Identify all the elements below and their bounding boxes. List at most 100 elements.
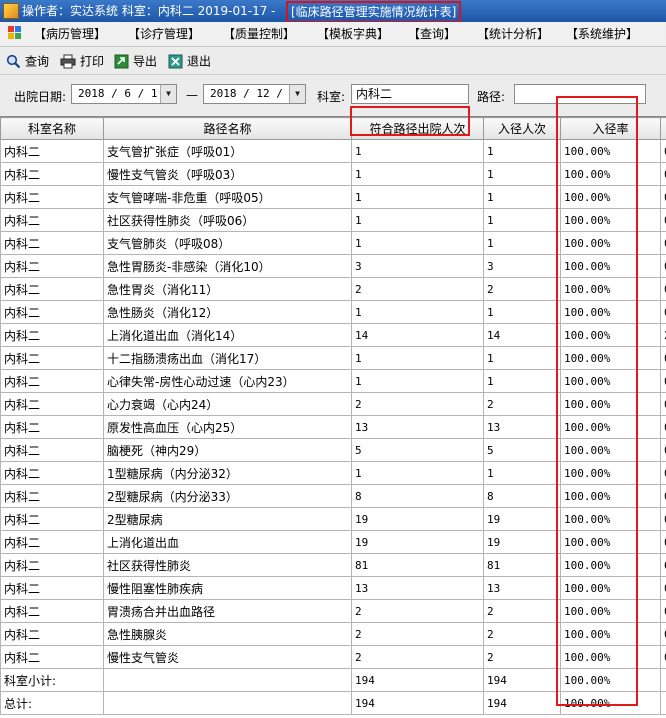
table-row[interactable]: 内科二心力衰竭（心内24）22100.00%0 bbox=[1, 393, 666, 416]
table-row[interactable]: 内科二十二指肠溃疡出血（消化17）11100.00%0 bbox=[1, 347, 666, 370]
filter-bar: 出院日期: 2018 / 6 / 1 ▼ — 2018 / 12 / 31 ▼ … bbox=[0, 78, 666, 114]
cell-department: 内科二 bbox=[1, 439, 104, 462]
table-row[interactable]: 内科二社区获得性肺炎（呼吸06）11100.00%0 bbox=[1, 209, 666, 232]
cell-extra: 0 bbox=[661, 646, 666, 669]
cell-discharge-count: 14 bbox=[352, 324, 484, 347]
table-row[interactable]: 内科二上消化道出血（消化14）1414100.00%2 bbox=[1, 324, 666, 347]
col-header-pathway-name[interactable]: 路径名称 bbox=[104, 118, 352, 140]
menu-grid-icon[interactable] bbox=[8, 26, 22, 40]
toolbar: 查询 打印 导出 退出 bbox=[0, 48, 666, 75]
cell-enrollment-rate: 100.00% bbox=[561, 577, 661, 600]
cell-enrollment-rate: 100.00% bbox=[561, 462, 661, 485]
table-row[interactable]: 内科二胃溃疡合并出血路径22100.00%0 bbox=[1, 600, 666, 623]
exit-button[interactable]: 退出 bbox=[168, 52, 211, 70]
table-row[interactable]: 内科二急性胃肠炎-非感染（消化10）33100.00%0 bbox=[1, 255, 666, 278]
cell-discharge-count: 2 bbox=[352, 600, 484, 623]
cell-enrolled-count: 2 bbox=[484, 646, 561, 669]
pathway-input[interactable] bbox=[514, 84, 646, 104]
menu-quality-control[interactable]: 【质量控制】 bbox=[223, 26, 295, 42]
date-to-picker[interactable]: 2018 / 12 / 31 ▼ bbox=[203, 84, 306, 104]
export-button[interactable]: 导出 bbox=[114, 52, 157, 70]
table-row[interactable]: 内科二慢性阻塞性肺疾病1313100.00%0 bbox=[1, 577, 666, 600]
table-row[interactable]: 内科二脑梗死（神内29）55100.00%0 bbox=[1, 439, 666, 462]
table-row[interactable]: 内科二2型糖尿病（内分泌33）88100.00%0 bbox=[1, 485, 666, 508]
col-header-department[interactable]: 科室名称 bbox=[1, 118, 104, 140]
cell-extra: 0 bbox=[661, 301, 666, 324]
print-button[interactable]: 打印 bbox=[60, 52, 104, 70]
cell-pathway-name bbox=[104, 669, 352, 692]
menu-template-dictionary[interactable]: 【模板字典】 bbox=[317, 26, 389, 42]
menu-query[interactable]: 【查询】 bbox=[408, 26, 456, 42]
menu-statistics[interactable]: 【统计分析】 bbox=[477, 26, 549, 42]
date-from-dropdown-icon[interactable]: ▼ bbox=[160, 85, 176, 103]
cell-extra: 0 bbox=[661, 232, 666, 255]
department-input[interactable]: 内科二 bbox=[351, 84, 469, 104]
table-row[interactable]: 内科二心律失常-房性心动过速（心内23）11100.00%0 bbox=[1, 370, 666, 393]
cell-department: 内科二 bbox=[1, 462, 104, 485]
table-row[interactable]: 内科二支气管扩张症（呼吸01）11100.00%0 bbox=[1, 140, 666, 163]
cell-extra: 0 bbox=[661, 278, 666, 301]
date-from-picker[interactable]: 2018 / 6 / 1 ▼ bbox=[71, 84, 177, 104]
date-to-dropdown-icon[interactable]: ▼ bbox=[289, 85, 305, 103]
table-row[interactable]: 内科二急性肠炎（消化12）11100.00%0 bbox=[1, 301, 666, 324]
cell-department: 内科二 bbox=[1, 301, 104, 324]
table-row[interactable]: 内科二支气管肺炎（呼吸08）11100.00%0 bbox=[1, 232, 666, 255]
table-row[interactable]: 内科二1型糖尿病（内分泌32）11100.00%0 bbox=[1, 462, 666, 485]
printer-icon bbox=[60, 54, 76, 69]
cell-extra: 0 bbox=[661, 508, 666, 531]
menu-more[interactable]: 【 bbox=[658, 26, 666, 42]
query-button[interactable]: 查询 bbox=[6, 52, 49, 70]
cell-enrollment-rate: 100.00% bbox=[561, 186, 661, 209]
table-row[interactable]: 内科二急性胰腺炎22100.00%0 bbox=[1, 623, 666, 646]
cell-department: 内科二 bbox=[1, 347, 104, 370]
cell-enrolled-count: 3 bbox=[484, 255, 561, 278]
col-header-enrollment-rate[interactable]: 入径率 bbox=[561, 118, 661, 140]
cell-enrolled-count: 1 bbox=[484, 140, 561, 163]
cell-enrollment-rate: 100.00% bbox=[561, 416, 661, 439]
table-row[interactable]: 内科二2型糖尿病1919100.00%0 bbox=[1, 508, 666, 531]
cell-enrollment-rate: 100.00% bbox=[561, 600, 661, 623]
cell-discharge-count: 194 bbox=[352, 692, 484, 715]
cell-enrollment-rate: 100.00% bbox=[561, 393, 661, 416]
cell-enrolled-count: 1 bbox=[484, 301, 561, 324]
cell-pathway-name: 急性胃肠炎-非感染（消化10） bbox=[104, 255, 352, 278]
table-row[interactable]: 内科二社区获得性肺炎8181100.00%6 bbox=[1, 554, 666, 577]
cell-extra: 6 bbox=[661, 554, 666, 577]
cell-enrolled-count: 2 bbox=[484, 600, 561, 623]
table-row[interactable]: 内科二上消化道出血1919100.00%0 bbox=[1, 531, 666, 554]
menu-system-maintenance[interactable]: 【系统维护】 bbox=[566, 26, 638, 42]
col-header-enrolled-count[interactable]: 入径人次 bbox=[484, 118, 561, 140]
cell-enrolled-count: 194 bbox=[484, 692, 561, 715]
cell-extra: 0 bbox=[661, 462, 666, 485]
window-title: 操作者：实达系统 科室：内科二 2019-01-17 - bbox=[22, 0, 276, 22]
cell-enrolled-count: 8 bbox=[484, 485, 561, 508]
cell-pathway-name: 支气管肺炎（呼吸08） bbox=[104, 232, 352, 255]
menu-medical-records[interactable]: 【病历管理】 bbox=[34, 26, 106, 42]
cell-pathway-name: 上消化道出血 bbox=[104, 531, 352, 554]
cell-enrolled-count: 2 bbox=[484, 623, 561, 646]
col-header-extra[interactable] bbox=[661, 118, 666, 140]
col-header-discharge-count[interactable]: 符合路径出院人次 bbox=[352, 118, 484, 140]
table-row[interactable]: 内科二慢性支气管炎（呼吸03）11100.00%0 bbox=[1, 163, 666, 186]
table-row[interactable]: 内科二急性胃炎（消化11）22100.00%0 bbox=[1, 278, 666, 301]
table-row[interactable]: 科室小计:194194100.00% bbox=[1, 669, 666, 692]
cell-pathway-name: 脑梗死（神内29） bbox=[104, 439, 352, 462]
cell-enrolled-count: 1 bbox=[484, 232, 561, 255]
cell-department: 内科二 bbox=[1, 646, 104, 669]
table-row[interactable]: 内科二原发性高血压（心内25）1313100.00%0 bbox=[1, 416, 666, 439]
cell-discharge-count: 13 bbox=[352, 416, 484, 439]
cell-pathway-name: 心力衰竭（心内24） bbox=[104, 393, 352, 416]
table-row[interactable]: 内科二支气管哮喘-非危重（呼吸05）11100.00%0 bbox=[1, 186, 666, 209]
cell-discharge-count: 1 bbox=[352, 462, 484, 485]
table-row[interactable]: 总计:194194100.00% bbox=[1, 692, 666, 715]
cell-department: 内科二 bbox=[1, 554, 104, 577]
cell-enrolled-count: 194 bbox=[484, 669, 561, 692]
menu-diagnosis-treatment[interactable]: 【诊疗管理】 bbox=[128, 26, 200, 42]
cell-enrolled-count: 1 bbox=[484, 462, 561, 485]
cell-department: 内科二 bbox=[1, 278, 104, 301]
cell-pathway-name: 急性肠炎（消化12） bbox=[104, 301, 352, 324]
cell-extra: 0 bbox=[661, 140, 666, 163]
cell-enrolled-count: 1 bbox=[484, 163, 561, 186]
cell-pathway-name: 慢性支气管炎 bbox=[104, 646, 352, 669]
table-row[interactable]: 内科二慢性支气管炎22100.00%0 bbox=[1, 646, 666, 669]
